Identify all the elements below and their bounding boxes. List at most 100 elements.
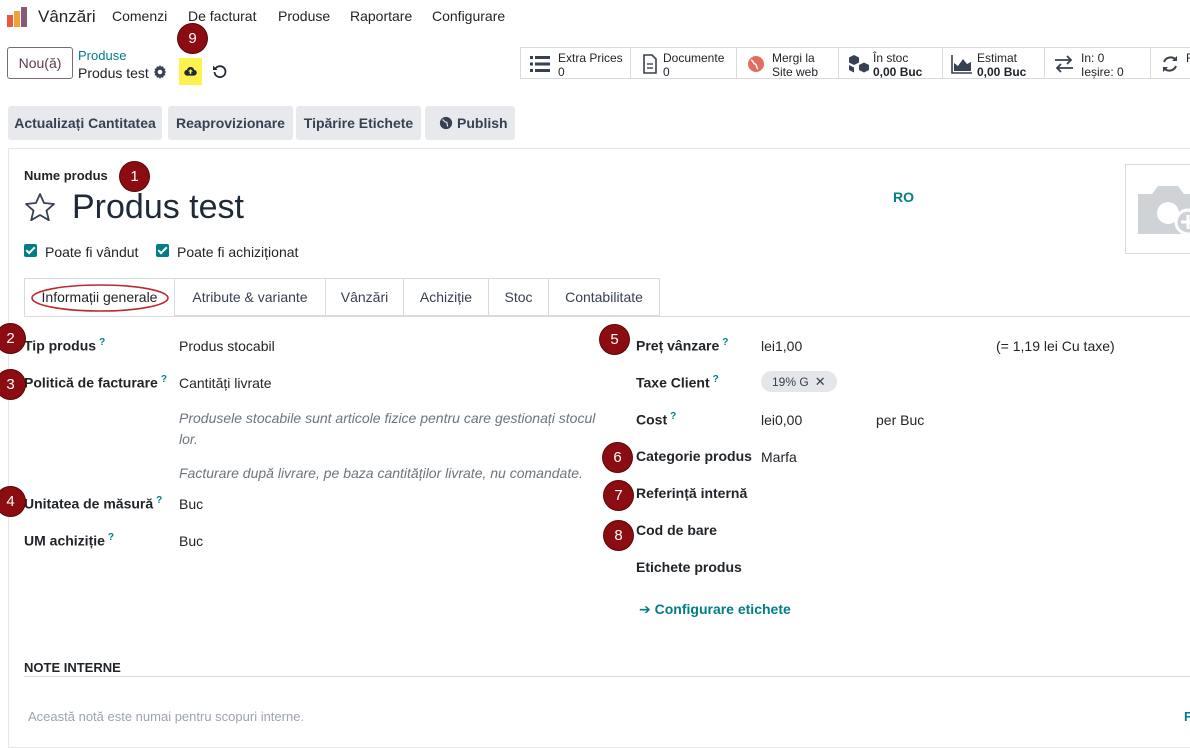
product-category-label: Categorie produs xyxy=(636,448,752,464)
uom-label: Unitatea de măsură? xyxy=(24,495,163,512)
tab-sales[interactable]: Vânzări xyxy=(325,278,404,316)
product-type-select[interactable]: Produs stocabil xyxy=(179,338,275,354)
internal-notes-title: NOTE INTERNE xyxy=(24,660,121,675)
stat-button-documents[interactable]: Documente 0 xyxy=(630,47,736,79)
gear-icon[interactable] xyxy=(153,65,167,79)
tab-general-information[interactable]: Informații generale xyxy=(24,278,175,316)
breadcrumb-current: Produs test xyxy=(78,65,149,81)
configure-tags-label: Configurare etichete xyxy=(654,601,791,617)
top-navbar: Vânzări Comenzi De facturat Produse Rapo… xyxy=(0,0,1190,34)
globe-icon xyxy=(748,56,764,72)
sales-price-label: Preț vânzare? xyxy=(636,337,729,354)
document-icon xyxy=(643,54,657,74)
help-icon: ? xyxy=(99,337,106,348)
menu-produse[interactable]: Produse xyxy=(278,8,330,24)
menu-configurare[interactable]: Configurare xyxy=(432,8,505,24)
stat-button-replenish[interactable]: R xyxy=(1150,47,1190,79)
can-be-purchased-label: Poate fi achiziționat xyxy=(177,244,299,260)
publish-button[interactable]: Publish xyxy=(425,106,515,140)
uom-select[interactable]: Buc xyxy=(179,496,203,512)
stat-on-hand-value: 0,00 Buc xyxy=(873,65,923,79)
internal-reference-label: Referință internă xyxy=(636,485,748,501)
purchase-uom-label: UM achiziție? xyxy=(24,532,115,549)
purchase-uom-select[interactable]: Buc xyxy=(179,533,203,549)
annotation-badge-9: 9 xyxy=(178,24,207,53)
invoice-policy-hint: Facturare după livrare, pe baza cantităț… xyxy=(179,465,583,481)
help-icon: ? xyxy=(722,337,729,348)
help-icon: ? xyxy=(107,532,115,543)
print-labels-button[interactable]: Tipărire Etichete xyxy=(296,106,421,140)
stat-button-in-out[interactable]: In: 0 Ieșire: 0 xyxy=(1044,47,1150,79)
product-name-input[interactable]: Produs test xyxy=(72,188,244,227)
stat-website-line2: Site web xyxy=(772,65,819,79)
notes-divider xyxy=(24,676,1190,677)
invoice-policy-select[interactable]: Cantități livrate xyxy=(179,375,272,391)
replenish-button[interactable]: Reaprovizionare xyxy=(168,106,293,140)
cloud-upload-icon xyxy=(184,66,197,76)
annotation-badge-1: 1 xyxy=(120,162,149,191)
price-with-tax: (= 1,19 lei Cu taxe) xyxy=(996,338,1115,354)
truncated-text: F xyxy=(1184,709,1190,724)
cost-input[interactable]: lei0,00 xyxy=(761,412,802,428)
tab-inventory[interactable]: Stoc xyxy=(488,278,549,316)
tax-tag-chip[interactable]: 19% G ✕ xyxy=(761,371,837,392)
stat-on-hand-label: În stoc xyxy=(873,51,909,65)
new-button[interactable]: Nou(ă) xyxy=(7,47,73,79)
tab-accounting[interactable]: Contabilitate xyxy=(548,278,660,316)
stat-button-go-to-website[interactable]: Mergi la Site web xyxy=(736,47,838,79)
annotation-ellipse xyxy=(31,284,169,312)
product-type-hint: Produsele stocabile sunt articole fizice… xyxy=(179,410,596,447)
stat-documents-label: Documente xyxy=(663,51,725,65)
save-button[interactable] xyxy=(179,58,202,85)
configure-tags-link[interactable]: ➔ Configurare etichete xyxy=(639,601,791,618)
annotation-badge-5: 5 xyxy=(600,325,629,354)
language-button[interactable]: RO xyxy=(893,189,914,205)
stat-replenish-label: R xyxy=(1186,51,1190,65)
product-image-placeholder[interactable] xyxy=(1125,164,1190,254)
can-be-purchased-checkbox[interactable] xyxy=(156,244,169,257)
tab-purchase[interactable]: Achiziție xyxy=(403,278,489,316)
tab-attributes-variants[interactable]: Atribute & variante xyxy=(174,278,326,316)
annotation-badge-7: 7 xyxy=(604,481,633,510)
arrow-right-icon: ➔ xyxy=(639,601,651,617)
stat-forecast-label: Estimat xyxy=(977,51,1018,65)
sales-app-logo-icon[interactable] xyxy=(6,6,28,28)
update-quantity-button[interactable]: Actualizați Cantitatea xyxy=(8,106,162,140)
customer-taxes-label: Taxe Client? xyxy=(636,374,719,391)
annotation-badge-8: 8 xyxy=(604,521,633,550)
help-icon: ? xyxy=(160,374,167,385)
cost-label: Cost? xyxy=(636,411,677,428)
camera-add-icon xyxy=(1138,186,1190,236)
can-be-sold-checkbox[interactable] xyxy=(24,244,37,257)
tabs-divider xyxy=(24,316,1190,317)
exchange-icon xyxy=(1055,55,1073,73)
remove-tag-icon[interactable]: ✕ xyxy=(815,374,826,390)
menu-de-facturat[interactable]: De facturat xyxy=(188,8,256,24)
app-name[interactable]: Vânzări xyxy=(38,7,96,27)
can-be-sold-label: Poate fi vândut xyxy=(45,244,139,260)
stat-forecast-value: 0,00 Buc xyxy=(977,65,1027,79)
product-category-select[interactable]: Marfa xyxy=(761,449,797,465)
star-favorite-icon[interactable] xyxy=(24,192,56,222)
annotation-badge-6: 6 xyxy=(603,443,632,472)
sales-price-input[interactable]: lei1,00 xyxy=(761,338,802,354)
stat-button-on-hand[interactable]: În stoc 0,00 Buc xyxy=(838,47,942,79)
stat-button-extra-prices[interactable]: Extra Prices 0 xyxy=(520,47,630,79)
menu-comenzi[interactable]: Comenzi xyxy=(112,8,167,24)
stat-button-forecast[interactable]: Estimat 0,00 Buc xyxy=(942,47,1044,79)
stat-in-label: In: 0 xyxy=(1081,51,1105,65)
globe-icon xyxy=(439,116,453,130)
product-type-label: Tip produs? xyxy=(24,337,106,354)
breadcrumb-parent-link[interactable]: Produse xyxy=(78,48,126,63)
stat-documents-value: 0 xyxy=(663,65,670,79)
menu-raportare[interactable]: Raportare xyxy=(350,8,412,24)
invoice-policy-label: Politică de facturare? xyxy=(24,374,167,391)
discard-changes-icon[interactable] xyxy=(212,63,228,79)
help-icon: ? xyxy=(712,374,719,385)
internal-notes-input[interactable]: Această notă este numai pentru scopuri i… xyxy=(28,709,304,724)
help-icon: ? xyxy=(156,495,163,506)
stat-extra-prices-value: 0 xyxy=(558,65,565,79)
cubes-icon xyxy=(849,55,869,73)
barcode-label: Cod de bare xyxy=(636,522,717,538)
publish-label: Publish xyxy=(457,115,508,131)
